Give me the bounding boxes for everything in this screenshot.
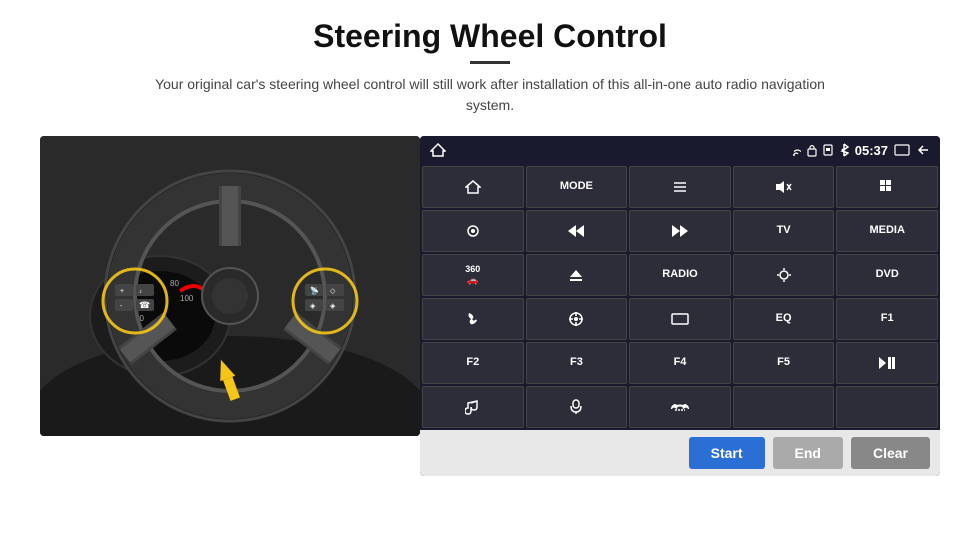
steering-wheel-image: 60 80 100 40 (40, 136, 420, 436)
svg-text:📡: 📡 (310, 286, 319, 295)
btn-f4[interactable]: F4 (629, 342, 731, 384)
btn-eq[interactable]: EQ (733, 298, 835, 340)
status-bar-right: 05:37 (787, 143, 930, 158)
lock-icon (807, 144, 817, 157)
btn-phone[interactable] (422, 298, 524, 340)
btn-tv[interactable]: TV (733, 210, 835, 252)
btn-music[interactable] (422, 386, 524, 428)
btn-brightness[interactable] (733, 254, 835, 296)
bluetooth-icon (839, 143, 849, 157)
btn-f3[interactable]: F3 (526, 342, 628, 384)
svg-text:+: + (120, 288, 124, 295)
btn-list[interactable] (629, 166, 731, 208)
status-time: 05:37 (855, 143, 888, 158)
btn-r6c4 (733, 386, 835, 428)
button-grid: MODE (420, 164, 940, 430)
svg-text:♪: ♪ (139, 289, 142, 295)
btn-mic[interactable] (526, 386, 628, 428)
home-icon (430, 143, 446, 157)
btn-display[interactable] (629, 298, 731, 340)
btn-media[interactable]: MEDIA (836, 210, 938, 252)
btn-apps[interactable] (836, 166, 938, 208)
svg-text:80: 80 (170, 279, 179, 288)
btn-next[interactable] (629, 210, 731, 252)
btn-dvd[interactable]: DVD (836, 254, 938, 296)
bottom-bar: Start End Clear (420, 430, 940, 476)
title-divider (470, 61, 510, 64)
title-section: Steering Wheel Control Your original car… (140, 18, 840, 130)
screen-icon (894, 144, 910, 156)
svg-text:◈: ◈ (330, 303, 336, 310)
page-wrapper: Steering Wheel Control Your original car… (0, 0, 980, 544)
content-area: 60 80 100 40 (40, 136, 940, 476)
sim-icon (823, 144, 833, 156)
status-bar-left (430, 143, 446, 157)
status-bar: 05:37 (420, 136, 940, 164)
page-title: Steering Wheel Control (140, 18, 840, 55)
svg-text:◇: ◇ (330, 288, 336, 295)
btn-mode[interactable]: MODE (526, 166, 628, 208)
btn-f1[interactable]: F1 (836, 298, 938, 340)
start-button[interactable]: Start (689, 437, 765, 469)
btn-360[interactable]: 360🚗 (422, 254, 524, 296)
btn-settings[interactable] (422, 210, 524, 252)
btn-f5[interactable]: F5 (733, 342, 835, 384)
page-subtitle: Your original car's steering wheel contr… (140, 74, 840, 116)
btn-f2[interactable]: F2 (422, 342, 524, 384)
svg-text:100: 100 (180, 294, 194, 303)
btn-gps[interactable] (526, 298, 628, 340)
wifi-icon (787, 145, 801, 156)
control-panel: 05:37 MODE (420, 136, 940, 476)
clear-button[interactable]: Clear (851, 437, 930, 469)
btn-playpause[interactable] (836, 342, 938, 384)
btn-r6c5 (836, 386, 938, 428)
btn-eject[interactable] (526, 254, 628, 296)
svg-text:◈: ◈ (310, 303, 316, 310)
svg-text:☎: ☎ (139, 300, 150, 310)
btn-home[interactable] (422, 166, 524, 208)
btn-radio[interactable]: RADIO (629, 254, 731, 296)
btn-mute[interactable] (733, 166, 835, 208)
back-icon (916, 144, 930, 156)
btn-prev[interactable] (526, 210, 628, 252)
end-button[interactable]: End (773, 437, 843, 469)
btn-hangup[interactable] (629, 386, 731, 428)
